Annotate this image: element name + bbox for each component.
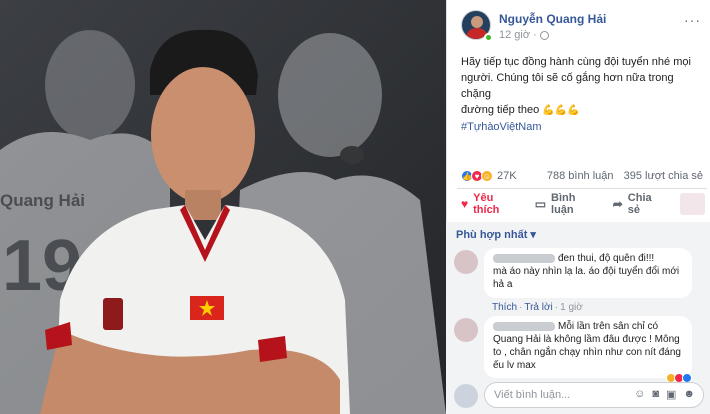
post-time[interactable]: 12 giờ — [499, 29, 530, 41]
comment-sort-dropdown[interactable]: Phù hợp nhất ▾ — [456, 228, 536, 241]
globe-icon — [539, 30, 549, 40]
viewer-avatar[interactable] — [679, 193, 705, 215]
meta-separator: · — [533, 29, 537, 41]
comment-text-head: Mỗi lần trên sân chỉ có — [558, 321, 659, 332]
action-bar: ♥ Yêu thích ▭ Bình luận ➦ Chia sẻ — [461, 192, 705, 216]
comment-composer: Viết bình luận... ☺ ◙ ▣ ☻ — [454, 382, 704, 410]
post-meta: 12 giờ · — [499, 29, 549, 41]
comments-section: Phù hợp nhất ▾ đen thui, độ quên đi!!! m… — [446, 222, 710, 414]
comment-like-link[interactable]: Thích — [492, 302, 517, 313]
post-text: Hãy tiếp tục đồng hành cùng đội tuyển nh… — [461, 54, 705, 135]
post-header: Nguyễn Quang Hải 12 giờ · ··· — [461, 10, 701, 46]
post-photo[interactable]: Quang Hải 19 — [0, 0, 446, 414]
post-text-line-end: đường tiếp theo — [461, 104, 540, 116]
share-button[interactable]: ➦ Chia sẻ — [613, 192, 662, 216]
post-text-line: người. Chúng tôi sẽ cố gắng hơn nữa tron… — [461, 72, 674, 100]
reaction-stats: 788 bình luận 395 lượt chia sẻ — [547, 170, 703, 182]
haha-icon[interactable]: ☺ — [481, 170, 493, 182]
post-text-line: Hãy tiếp tục đồng hành cùng đội tuyển nh… — [461, 56, 691, 68]
comment-text: Quang Hải là không lầm đâu được ! Mông t… — [493, 334, 681, 371]
hashtag-link[interactable]: #TựhàoViệtNam — [461, 119, 705, 135]
comment-count[interactable]: 788 bình luận — [547, 170, 614, 182]
blurred-commenter-name[interactable] — [493, 253, 555, 263]
emoji-icon[interactable]: ☺ — [634, 388, 645, 401]
comment-reply-link[interactable]: Trả lời — [524, 302, 552, 313]
love-button-label: Yêu thích — [473, 192, 500, 216]
comment-text: mà áo này nhìn lạ la. áo đội tuyển đổi m… — [493, 266, 680, 290]
player-image: Quang Hải 19 — [0, 0, 446, 414]
comment-text-head: đen thui, độ quên đi!!! — [558, 253, 655, 264]
share-count[interactable]: 395 lượt chia sẻ — [624, 170, 703, 182]
comment-button[interactable]: ▭ Bình luận — [535, 192, 595, 216]
comment-actions: Thích · Trả lời · 1 giờ — [492, 302, 583, 313]
comment-time[interactable]: 1 giờ — [560, 302, 583, 313]
sticker-icon[interactable]: ☻ — [683, 388, 695, 401]
comment-item: Mỗi lần trên sân chỉ có Quang Hải là khô… — [454, 316, 704, 383]
gif-icon[interactable]: ▣ — [666, 388, 676, 401]
commenter-avatar[interactable] — [454, 318, 478, 342]
comment-button-label: Bình luận — [551, 192, 576, 216]
shirt-name-text: Quang Hải — [0, 191, 85, 210]
divider — [457, 188, 707, 189]
share-button-label: Chia sẻ — [627, 192, 652, 216]
viewer-avatar[interactable] — [454, 384, 478, 408]
muscle-emoji-icon: 💪💪💪 — [542, 105, 580, 116]
reaction-bar: 👍 ♥ ☺ 27K 788 bình luận 395 lượt chia sẻ — [461, 168, 703, 184]
love-button[interactable]: ♥ Yêu thích — [461, 192, 517, 216]
heart-icon: ♥ — [461, 197, 469, 211]
comment-input-placeholder: Viết bình luận... — [494, 389, 571, 401]
post-text-line: đường tiếp theo 💪💪💪 — [461, 102, 705, 119]
comment-icon: ▭ — [534, 197, 547, 211]
online-status-dot — [484, 33, 493, 42]
comment-bubble: đen thui, độ quên đi!!! mà áo này nhìn l… — [484, 248, 692, 298]
camera-icon[interactable]: ◙ — [652, 388, 659, 401]
blurred-commenter-name[interactable] — [493, 321, 555, 331]
reaction-count[interactable]: 27K — [497, 170, 517, 182]
composer-icons: ☺ ◙ ▣ ☻ — [634, 388, 695, 401]
comment-item: đen thui, độ quên đi!!! mà áo này nhìn l… — [454, 248, 704, 322]
comment-bubble: Mỗi lần trên sân chỉ có Quang Hải là khô… — [484, 316, 692, 378]
author-name[interactable]: Nguyễn Quang Hải — [499, 12, 606, 26]
more-options-icon[interactable]: ··· — [684, 12, 701, 28]
share-icon: ➦ — [612, 197, 623, 211]
comment-input[interactable]: Viết bình luận... ☺ ◙ ▣ ☻ — [484, 382, 704, 408]
commenter-avatar[interactable] — [454, 250, 478, 274]
